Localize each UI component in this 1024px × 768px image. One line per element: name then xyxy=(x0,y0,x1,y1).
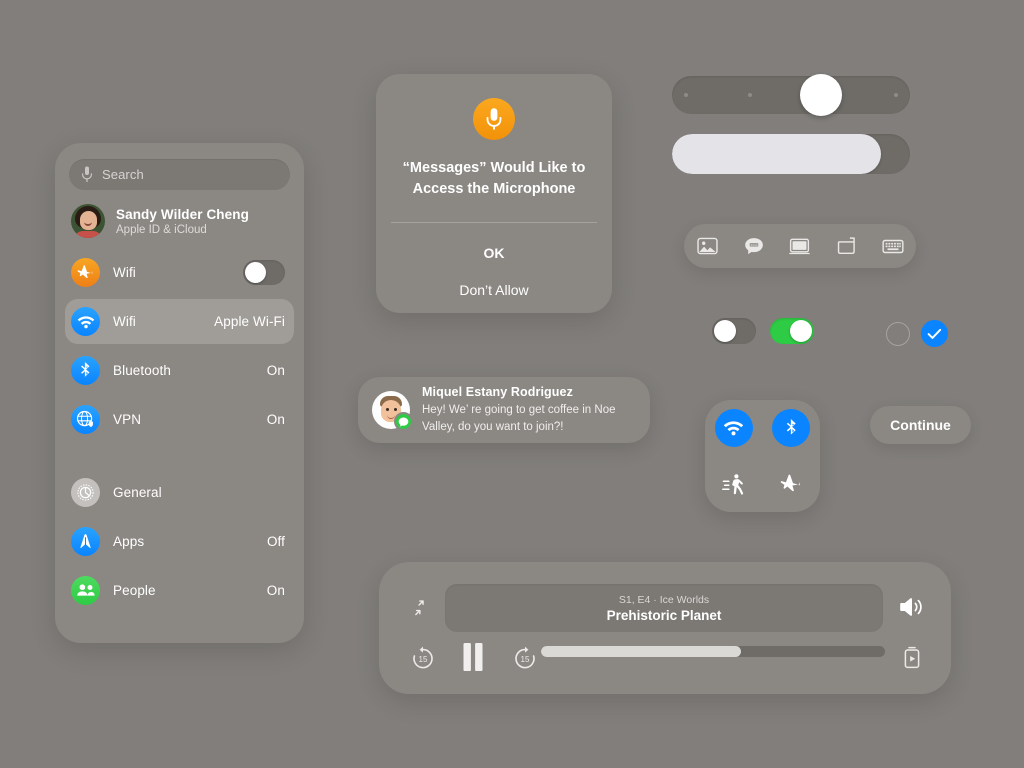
avatar xyxy=(71,204,105,238)
now-playing-info[interactable]: S1, E4 · Ice Worlds Prehistoric Planet xyxy=(445,584,883,632)
airplay-video-icon[interactable] xyxy=(899,644,925,672)
keyboard-icon[interactable] xyxy=(882,236,904,256)
apps-icon xyxy=(71,527,100,556)
slider-tick xyxy=(684,93,688,97)
sidebar-item-label: Wifi xyxy=(113,265,136,280)
avatar xyxy=(372,391,413,431)
ok-button[interactable]: OK xyxy=(376,245,612,261)
episode-label: S1, E4 · Ice Worlds xyxy=(618,593,710,606)
slider-tick xyxy=(894,93,898,97)
airplane-icon xyxy=(71,258,100,287)
slider-handle[interactable] xyxy=(800,74,842,116)
show-title: Prehistoric Planet xyxy=(606,607,722,623)
control-center-tile xyxy=(705,400,820,512)
sidebar-item-label: General xyxy=(113,485,162,500)
people-icon xyxy=(71,576,100,605)
section-divider xyxy=(65,446,294,470)
photos-icon[interactable] xyxy=(696,236,718,256)
media-player: S1, E4 · Ice Worlds Prehistoric Planet 1… xyxy=(379,562,951,694)
sidebar-item-value: On xyxy=(266,363,285,378)
sidebar-item-value: On xyxy=(266,412,285,427)
dont-allow-button[interactable]: Don’t Allow xyxy=(376,282,612,298)
minimize-icon[interactable] xyxy=(409,594,435,620)
checkmark-icon xyxy=(927,328,942,340)
sidebar-item-label: VPN xyxy=(113,412,142,427)
notification-message: Hey! We’ re going to get coffee in Noe V… xyxy=(422,404,616,433)
messages-icon xyxy=(394,412,413,431)
sidebar-item-value: On xyxy=(266,583,285,598)
filled-slider[interactable] xyxy=(672,134,910,174)
bluetooth-icon xyxy=(71,356,100,385)
continue-button[interactable]: Continue xyxy=(870,406,971,444)
sidebar-item-label: Bluetooth xyxy=(113,363,171,378)
sidebar-item-value: Off xyxy=(266,534,285,549)
sidebar-item-label: Wifi xyxy=(113,314,136,329)
wifi-icon xyxy=(71,307,100,336)
sidebar-item-label: Apps xyxy=(113,534,145,549)
airplane-icon[interactable] xyxy=(772,465,810,503)
sidebar-item-value: Apple Wi-Fi xyxy=(214,314,285,329)
radio-unchecked[interactable] xyxy=(886,322,910,346)
slider-tick xyxy=(748,93,752,97)
sidebar-item-bluetooth[interactable]: Bluetooth On xyxy=(65,348,294,393)
icon-toolbar xyxy=(684,224,916,268)
playback-progress-bar[interactable] xyxy=(541,646,885,657)
sidebar-item-general[interactable]: General xyxy=(65,470,294,515)
wifi-icon[interactable] xyxy=(714,409,753,447)
account-subtitle: Apple ID & iCloud xyxy=(116,223,207,236)
gear-icon xyxy=(71,478,100,507)
search-placeholder: Search xyxy=(102,167,144,182)
sidebar-item-apps[interactable]: Apps Off xyxy=(65,519,294,564)
account-row[interactable]: Sandy Wilder Cheng Apple ID & iCloud xyxy=(65,190,294,250)
divider xyxy=(391,222,597,224)
toggle-group xyxy=(712,318,828,344)
progress-fill xyxy=(541,646,741,657)
bluetooth-icon[interactable] xyxy=(772,409,811,447)
vpn-globe-icon xyxy=(71,405,100,434)
forward-15-icon[interactable]: 15 xyxy=(511,644,539,672)
share-up-icon[interactable] xyxy=(835,236,857,256)
message-notification[interactable]: Miquel Estany Rodriguez Hey! We’ re goin… xyxy=(358,377,650,443)
stepped-slider[interactable] xyxy=(672,74,910,116)
airdrop-walk-icon[interactable] xyxy=(715,465,753,503)
wifi-airplane-toggle[interactable] xyxy=(243,260,285,285)
pause-icon[interactable] xyxy=(457,640,489,674)
sidebar-item-label: People xyxy=(113,583,156,598)
microphone-icon xyxy=(81,166,93,183)
svg-text:15: 15 xyxy=(419,655,428,664)
sidebar-item-vpn[interactable]: VPN On xyxy=(65,397,294,442)
alert-title: “Messages” Would Like to Access the Micr… xyxy=(402,160,586,197)
settings-panel: Search Sandy Wilder Cheng Apple ID & iCl… xyxy=(55,143,304,643)
volume-icon[interactable] xyxy=(897,594,927,620)
toggle-on[interactable] xyxy=(770,318,814,344)
svg-text:15: 15 xyxy=(521,655,530,664)
sidebar-item-wifi[interactable]: Wifi Apple Wi-Fi xyxy=(65,299,294,344)
radio-checked[interactable] xyxy=(921,320,948,347)
back-15-icon[interactable]: 15 xyxy=(409,644,437,672)
slider-fill xyxy=(672,134,882,174)
account-name: Sandy Wilder Cheng xyxy=(116,206,249,222)
toggle-off[interactable] xyxy=(712,318,756,344)
sidebar-item-wifi-airplane[interactable]: Wifi xyxy=(65,250,294,295)
search-input[interactable]: Search xyxy=(69,159,290,190)
notification-sender: Miquel Estany Rodriguez xyxy=(422,385,573,400)
permission-alert-dialog: “Messages” Would Like to Access the Micr… xyxy=(376,74,612,313)
display-icon[interactable] xyxy=(789,236,811,256)
sidebar-item-people[interactable]: People On xyxy=(65,568,294,613)
sticker-message-icon[interactable] xyxy=(743,236,765,256)
mockup-canvas: Search Sandy Wilder Cheng Apple ID & iCl… xyxy=(0,0,1024,768)
microphone-icon xyxy=(473,98,515,140)
